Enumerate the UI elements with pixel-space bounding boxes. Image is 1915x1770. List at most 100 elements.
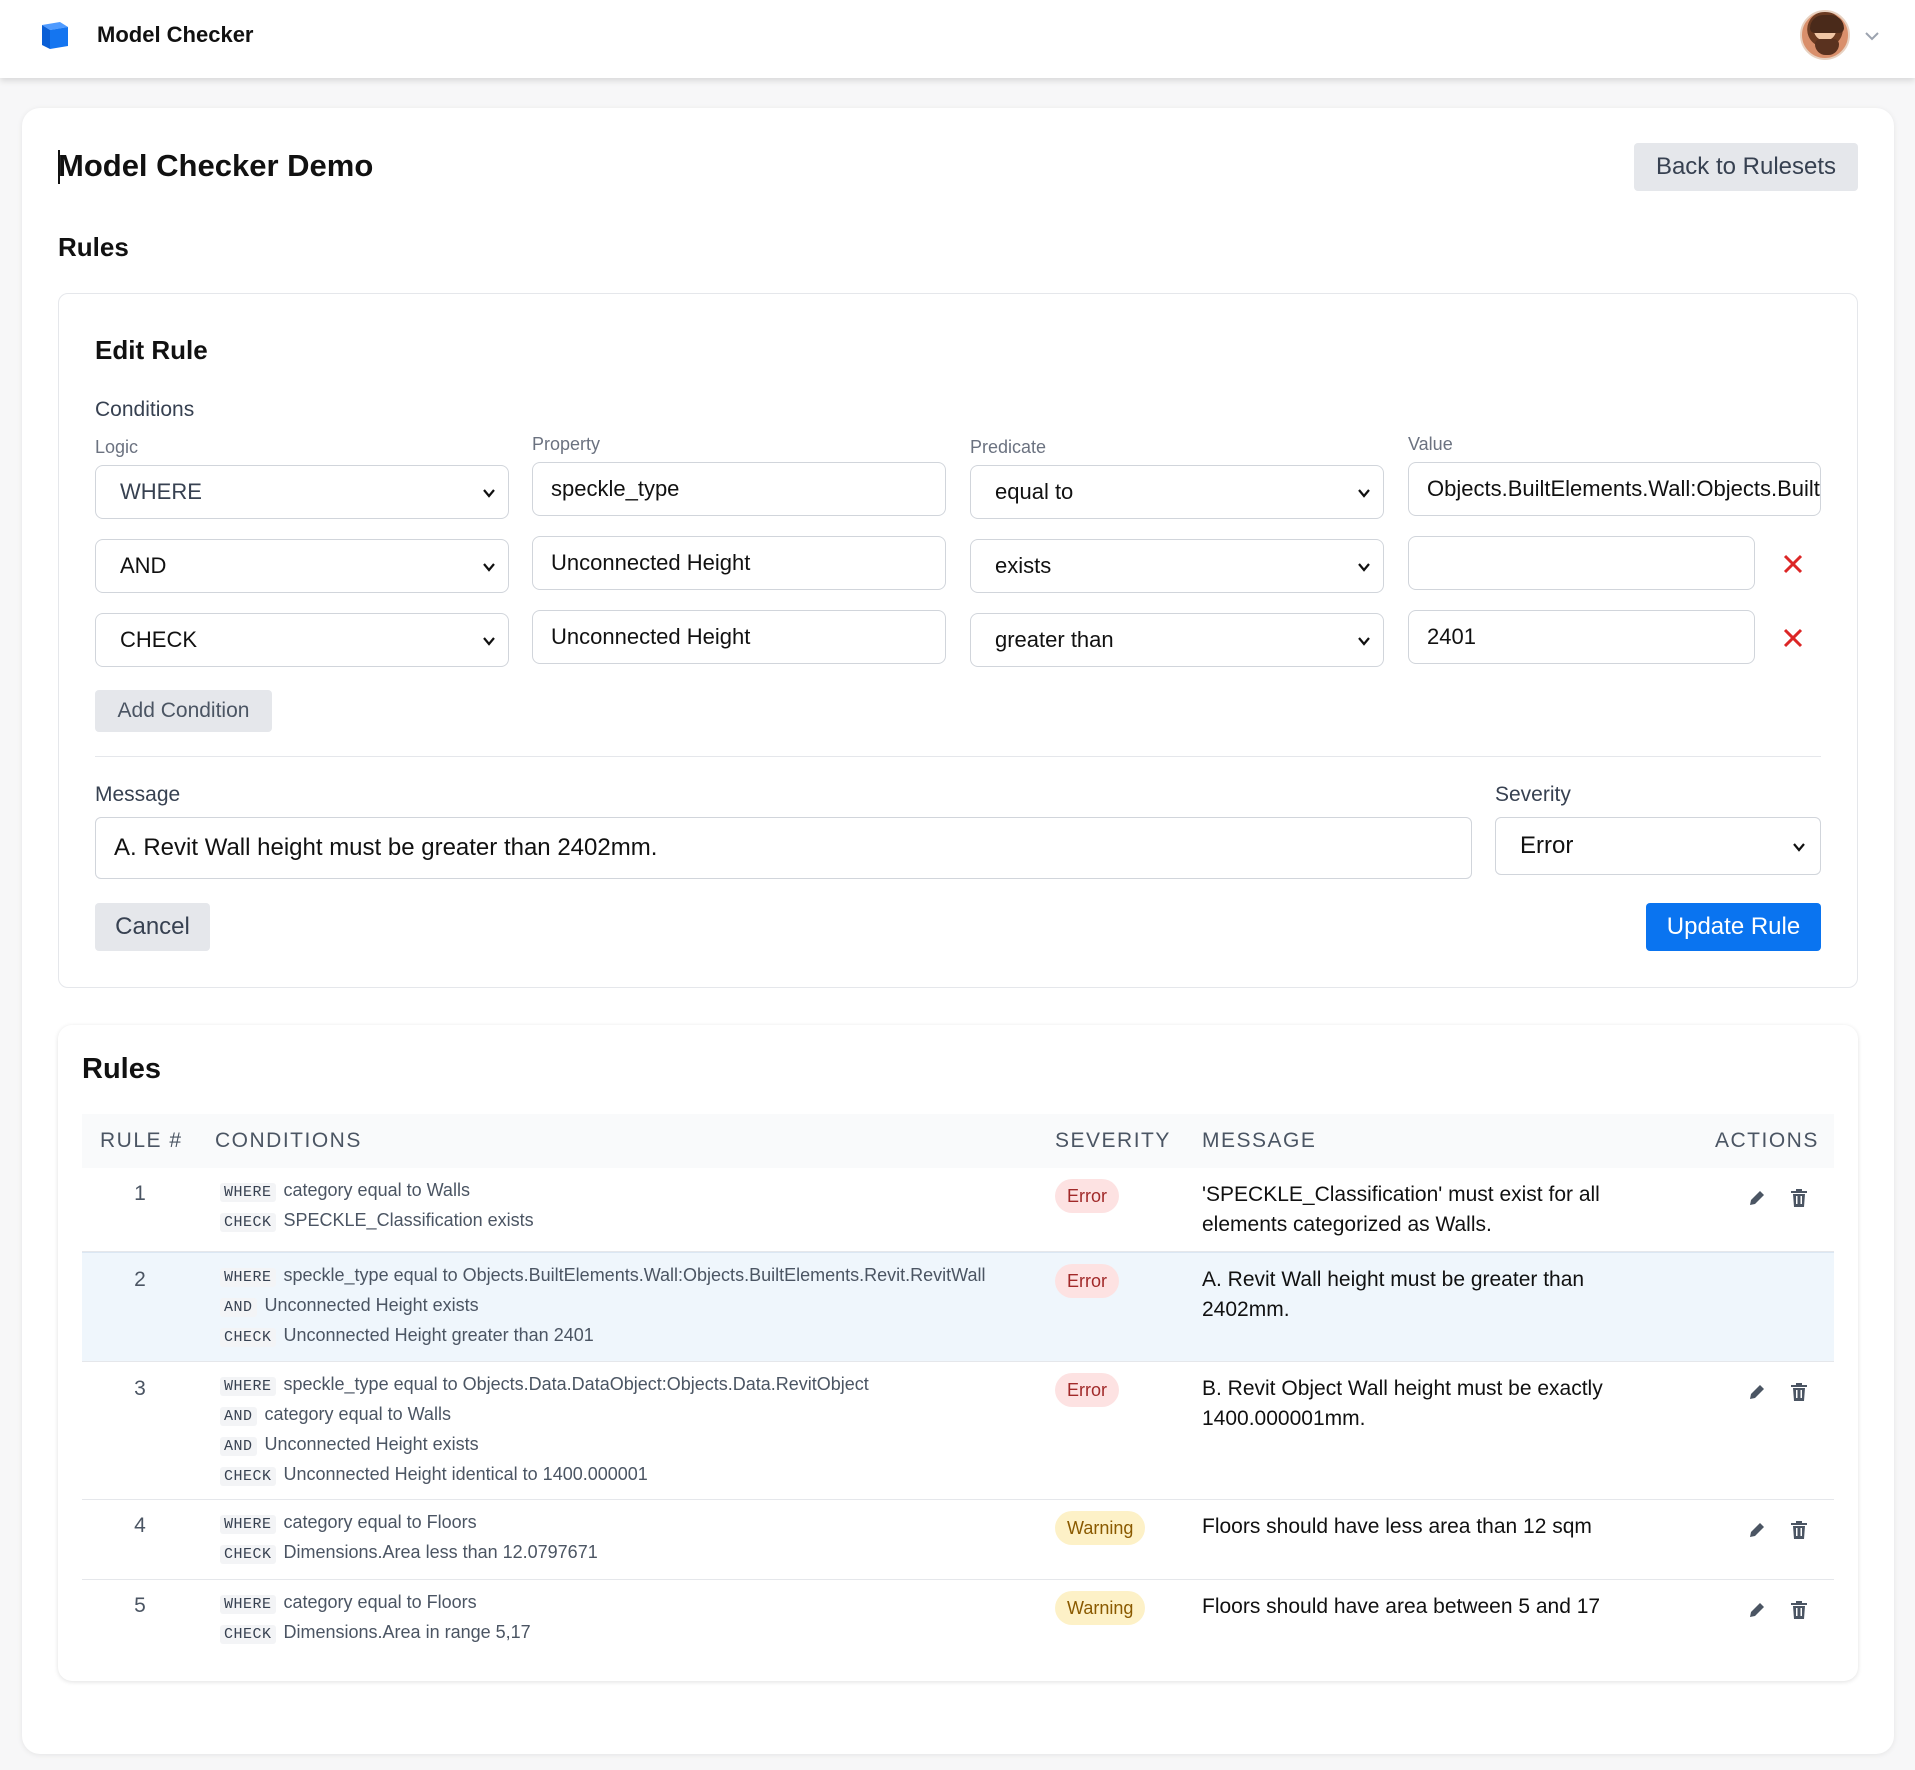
- logic-keyword: WHERE: [220, 1183, 276, 1202]
- table-row[interactable]: 3 WHERE speckle_type equal to Objects.Dat…: [82, 1362, 1834, 1500]
- message-input[interactable]: A. Revit Wall height must be greater tha…: [95, 817, 1472, 879]
- logic-keyword: WHERE: [220, 1515, 276, 1534]
- rule-message: A. Revit Wall height must be greater tha…: [1202, 1268, 1585, 1321]
- condition-3-logic-select[interactable]: CHECK: [95, 613, 509, 667]
- update-rule-button[interactable]: Update Rule: [1646, 903, 1821, 951]
- logic-keyword: CHECK: [220, 1328, 276, 1347]
- severity-badge: Error: [1055, 1179, 1119, 1213]
- chevron-down-icon: [1358, 563, 1370, 572]
- user-avatar[interactable]: [1800, 10, 1850, 60]
- condition-text: Unconnected Height exists: [264, 1434, 479, 1454]
- edit-pencil-icon[interactable]: [1746, 1519, 1768, 1541]
- chevron-down-icon: [483, 563, 495, 572]
- page-title[interactable]: Model Checker Demo: [58, 148, 373, 184]
- table-row-selected[interactable]: 2 WHERE speckle_type equal to Objects.Bui…: [82, 1252, 1834, 1362]
- severity-select[interactable]: Error: [1495, 817, 1821, 875]
- table-row[interactable]: 1 WHERE category equal to Walls CHECK SPEC…: [82, 1168, 1834, 1252]
- logic-keyword: WHERE: [220, 1595, 276, 1614]
- condition-3-predicate-select[interactable]: greater than: [970, 613, 1384, 667]
- condition-line: WHERE category equal to Walls: [220, 1180, 470, 1202]
- condition-text: SPECKLE_Classification exists: [283, 1210, 534, 1230]
- condition-line: AND category equal to Walls: [220, 1404, 451, 1426]
- condition-line: WHERE speckle_type equal to Objects.Built…: [220, 1265, 985, 1287]
- condition-text: speckle_type equal to Objects.Data.DataO…: [283, 1374, 869, 1394]
- cancel-button[interactable]: Cancel: [95, 903, 210, 951]
- logic-label: Logic: [95, 437, 139, 457]
- logic-keyword: AND: [220, 1437, 257, 1456]
- delete-trash-icon[interactable]: [1788, 1599, 1810, 1621]
- section-title-rules: Rules: [58, 232, 129, 262]
- condition-line: WHERE category equal to Floors: [220, 1592, 477, 1614]
- chevron-down-icon[interactable]: [1862, 26, 1882, 46]
- condition-2-logic-select[interactable]: AND: [95, 539, 509, 593]
- condition-line: WHERE speckle_type equal to Objects.Data.…: [220, 1374, 869, 1396]
- header-message: MESSAGE: [1202, 1129, 1317, 1152]
- header-conditions: CONDITIONS: [215, 1129, 362, 1152]
- remove-condition-2-x-icon[interactable]: [1780, 551, 1806, 577]
- app-title: Model Checker: [97, 22, 254, 47]
- condition-line: CHECK Dimensions.Area less than 12.079767…: [220, 1542, 598, 1564]
- condition-line: CHECK Unconnected Height identical to 140…: [220, 1464, 648, 1486]
- condition-text: category equal to Walls: [283, 1180, 470, 1200]
- add-condition-button[interactable]: Add Condition: [95, 690, 272, 732]
- edit-pencil-icon[interactable]: [1746, 1381, 1768, 1403]
- table-row[interactable]: 4 WHERE category equal to Floors CHECK Dim…: [82, 1500, 1834, 1580]
- edit-pencil-icon[interactable]: [1746, 1187, 1768, 1209]
- condition-text: Unconnected Height greater than 2401: [283, 1325, 594, 1345]
- rule-message: B. Revit Object Wall height must be exac…: [1202, 1377, 1603, 1430]
- condition-2-property-input[interactable]: Unconnected Height: [532, 536, 946, 590]
- chevron-down-icon: [483, 637, 495, 646]
- condition-1-property-input[interactable]: speckle_type: [532, 462, 946, 516]
- delete-trash-icon[interactable]: [1788, 1187, 1810, 1209]
- logic-keyword: CHECK: [220, 1625, 276, 1644]
- header-actions: ACTIONS: [1715, 1129, 1819, 1152]
- severity-badge: Error: [1055, 1373, 1119, 1407]
- condition-line: WHERE category equal to Floors: [220, 1512, 477, 1534]
- condition-line: CHECK Unconnected Height greater than 240…: [220, 1325, 594, 1347]
- condition-text: category equal to Walls: [264, 1404, 451, 1424]
- rule-message: Floors should have area between 5 and 17: [1202, 1595, 1601, 1618]
- table-row[interactable]: 5 WHERE category equal to Floors CHECK Dim…: [82, 1580, 1834, 1660]
- rule-number: 4: [134, 1514, 146, 1537]
- condition-3-value-input[interactable]: 2401: [1408, 610, 1755, 664]
- delete-trash-icon[interactable]: [1788, 1519, 1810, 1541]
- chevron-down-icon: [1358, 637, 1370, 646]
- condition-line: AND Unconnected Height exists: [220, 1295, 479, 1317]
- rule-number: 2: [134, 1268, 146, 1291]
- severity-badge: Error: [1055, 1264, 1119, 1298]
- condition-text: category equal to Floors: [283, 1592, 477, 1612]
- value-label: Value: [1408, 434, 1453, 454]
- conditions-label: Conditions: [95, 398, 195, 421]
- rule-message: Floors should have less area than 12 sqm: [1202, 1515, 1592, 1538]
- edit-pencil-icon[interactable]: [1746, 1599, 1768, 1621]
- condition-line: CHECK SPECKLE_Classification exists: [220, 1210, 534, 1232]
- delete-trash-icon[interactable]: [1788, 1381, 1810, 1403]
- condition-2-predicate-select[interactable]: exists: [970, 539, 1384, 593]
- condition-1-value-input[interactable]: Objects.BuiltElements.Wall:Objects.Built…: [1408, 462, 1821, 516]
- condition-text: Dimensions.Area less than 12.0797671: [283, 1542, 598, 1562]
- severity-badge: Warning: [1055, 1511, 1146, 1545]
- header-severity: SEVERITY: [1055, 1129, 1171, 1152]
- condition-text: Dimensions.Area in range 5,17: [283, 1622, 531, 1642]
- back-to-rulesets-button[interactable]: Back to Rulesets: [1634, 143, 1858, 191]
- condition-2-value-input[interactable]: [1408, 536, 1755, 590]
- rule-number: 3: [134, 1377, 146, 1400]
- chevron-down-icon: [483, 489, 495, 498]
- condition-3-property-input[interactable]: Unconnected Height: [532, 610, 946, 664]
- logic-keyword: CHECK: [220, 1545, 276, 1564]
- condition-line: CHECK Dimensions.Area in range 5,17: [220, 1622, 531, 1644]
- condition-1-predicate-select[interactable]: equal to: [970, 465, 1384, 519]
- remove-condition-3-x-icon[interactable]: [1780, 625, 1806, 651]
- logic-keyword: WHERE: [220, 1377, 276, 1396]
- top-bar: Model Checker: [0, 0, 1915, 78]
- condition-text: speckle_type equal to Objects.BuiltEleme…: [283, 1265, 986, 1285]
- predicate-label: Predicate: [970, 437, 1047, 457]
- chevron-down-icon: [1358, 489, 1370, 498]
- app-logo-icon[interactable]: [38, 18, 72, 52]
- logic-keyword: CHECK: [220, 1467, 276, 1486]
- logic-keyword: CHECK: [220, 1213, 276, 1232]
- severity-badge: Warning: [1055, 1591, 1146, 1625]
- divider: [95, 756, 1821, 757]
- edit-rule-title: Edit Rule: [95, 335, 208, 365]
- condition-1-logic-select[interactable]: WHERE: [95, 465, 509, 519]
